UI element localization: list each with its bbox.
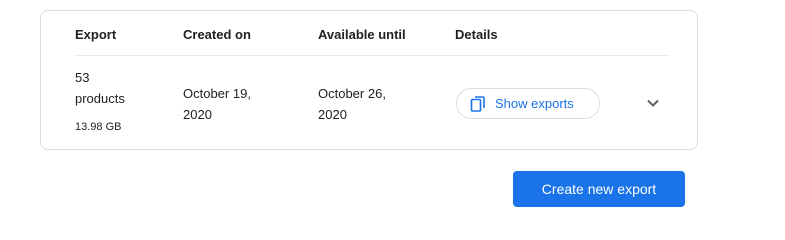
show-exports-button[interactable]: Show exports	[456, 88, 600, 119]
export-count: 53	[75, 70, 90, 85]
header-available-until: Available until	[318, 27, 406, 42]
create-new-export-button[interactable]: Create new export	[513, 171, 685, 207]
export-size: 13.98 GB	[75, 121, 122, 133]
header-export: Export	[75, 27, 117, 42]
export-unit: products	[75, 91, 125, 106]
header-divider	[75, 55, 669, 56]
show-exports-label: Show exports	[495, 96, 574, 111]
header-created-on: Created on	[183, 27, 251, 42]
copy-icon	[469, 95, 487, 113]
available-date-line2: 2020	[318, 107, 347, 122]
available-date-line1: October 26,	[318, 86, 386, 101]
created-date-line2: 2020	[183, 107, 212, 122]
exports-card: Export Created on Available until Detail…	[40, 10, 698, 150]
created-date-line1: October 19,	[183, 86, 251, 101]
chevron-down-icon[interactable]	[645, 95, 661, 111]
header-details: Details	[455, 27, 498, 42]
